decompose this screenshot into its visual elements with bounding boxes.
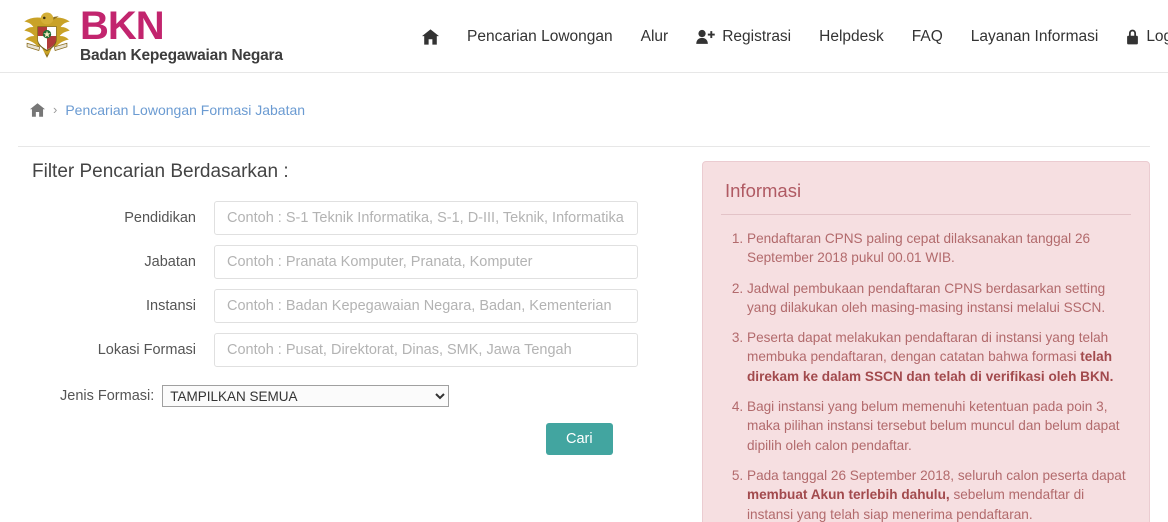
- label-jabatan: Jabatan: [144, 254, 196, 270]
- informasi-text: Jadwal pembukaan pendaftaran CPNS berdas…: [747, 280, 1106, 315]
- nav-home[interactable]: [408, 0, 453, 73]
- instansi-input[interactable]: [214, 289, 638, 323]
- label-lokasi-formasi: Lokasi Formasi: [97, 342, 196, 358]
- breadcrumb: › Pencarian Lowongan Formasi Jabatan: [30, 102, 305, 118]
- nav-label: FAQ: [911, 27, 943, 45]
- informasi-text: Peserta dapat melakukan pendaftaran di i…: [747, 330, 1109, 365]
- field-row-pendidikan: Pendidikan: [18, 201, 684, 235]
- page-content: Filter Pencarian Berdasarkan : Pendidika…: [0, 147, 1168, 522]
- field-row-jabatan: Jabatan: [18, 245, 684, 279]
- nav-label: Helpdesk: [819, 27, 884, 45]
- informasi-list: Pendaftaran CPNS paling cepat dilaksanak…: [721, 229, 1131, 522]
- brand-logo[interactable]: BKN Badan Kepegawaian Negara: [0, 0, 283, 73]
- cari-button[interactable]: Cari: [546, 423, 613, 455]
- home-icon: [422, 28, 439, 45]
- user-plus-icon: [696, 29, 715, 45]
- informasi-list-item: Pendaftaran CPNS paling cepat dilaksanak…: [747, 229, 1131, 268]
- label-instansi: Instansi: [146, 298, 196, 314]
- informasi-list-item: Bagi instansi yang belum memenuhi ketent…: [747, 397, 1131, 455]
- field-row-instansi: Instansi: [18, 289, 684, 323]
- site-header: BKN Badan Kepegawaian Negara Pencarian L…: [0, 0, 1168, 73]
- informasi-list-item: Pada tanggal 26 September 2018, seluruh …: [747, 466, 1131, 522]
- lock-icon: [1126, 29, 1139, 45]
- filter-title: Filter Pencarian Berdasarkan :: [32, 161, 289, 182]
- nav-alur[interactable]: Alur: [627, 0, 683, 73]
- filter-form: Pendidikan Jabatan Instansi Lokasi Forma…: [18, 201, 684, 455]
- submit-row: Cari: [18, 423, 684, 455]
- filter-panel: Filter Pencarian Berdasarkan : Pendidika…: [18, 147, 684, 522]
- breadcrumb-bar: › Pencarian Lowongan Formasi Jabatan: [0, 73, 1168, 146]
- nav-helpdesk[interactable]: Helpdesk: [805, 0, 898, 73]
- info-column: Informasi Pendaftaran CPNS paling cepat …: [684, 147, 1150, 522]
- informasi-list-item: Jadwal pembukaan pendaftaran CPNS berdas…: [747, 279, 1131, 318]
- breadcrumb-home-icon[interactable]: [30, 102, 45, 117]
- informasi-text: Bagi instansi yang belum memenuhi ketent…: [747, 399, 1120, 453]
- field-row-jenis-formasi: Jenis Formasi: TAMPILKAN SEMUA: [18, 385, 684, 407]
- brand-acronym: BKN: [80, 4, 165, 49]
- pendidikan-input[interactable]: [214, 201, 638, 235]
- nav-label: Login: [1146, 27, 1168, 45]
- nav-layanan-informasi[interactable]: Layanan Informasi: [957, 0, 1113, 73]
- garuda-emblem-icon: [18, 7, 76, 65]
- informasi-emphasis: membuat Akun terlebih dahulu,: [747, 487, 950, 503]
- nav-label: Layanan Informasi: [970, 27, 1099, 45]
- label-pendidikan: Pendidikan: [124, 210, 196, 226]
- nav-registrasi[interactable]: Registrasi: [682, 0, 805, 73]
- brand-subtitle: Badan Kepegawaian Negara: [80, 47, 283, 65]
- nav-pencarian-lowongan[interactable]: Pencarian Lowongan: [453, 0, 627, 73]
- informasi-text: Pendaftaran CPNS paling cepat dilaksanak…: [747, 231, 1091, 266]
- informasi-title: Informasi: [725, 180, 802, 201]
- breadcrumb-current-link[interactable]: Pencarian Lowongan Formasi Jabatan: [65, 102, 305, 118]
- informasi-text: Pada tanggal 26 September 2018, seluruh …: [747, 467, 1126, 483]
- nav-faq[interactable]: FAQ: [898, 0, 957, 73]
- jenis-formasi-select[interactable]: TAMPILKAN SEMUA: [162, 385, 450, 407]
- field-row-lokasi-formasi: Lokasi Formasi: [18, 333, 684, 367]
- informasi-divider: [721, 214, 1131, 215]
- label-jenis-formasi: Jenis Formasi:: [60, 388, 155, 404]
- nav-login[interactable]: Login: [1112, 0, 1168, 73]
- lokasi-formasi-input[interactable]: [214, 333, 638, 367]
- breadcrumb-separator: ›: [53, 102, 58, 117]
- informasi-list-item: Peserta dapat melakukan pendaftaran di i…: [747, 328, 1131, 386]
- nav-label: Pencarian Lowongan: [467, 27, 613, 45]
- nav-label: Alur: [640, 27, 669, 45]
- main-navigation: Pencarian Lowongan Alur Registrasi Helpd…: [408, 0, 1168, 73]
- nav-label: Registrasi: [722, 27, 792, 45]
- jabatan-input[interactable]: [214, 245, 638, 279]
- informasi-panel: Informasi Pendaftaran CPNS paling cepat …: [702, 161, 1150, 522]
